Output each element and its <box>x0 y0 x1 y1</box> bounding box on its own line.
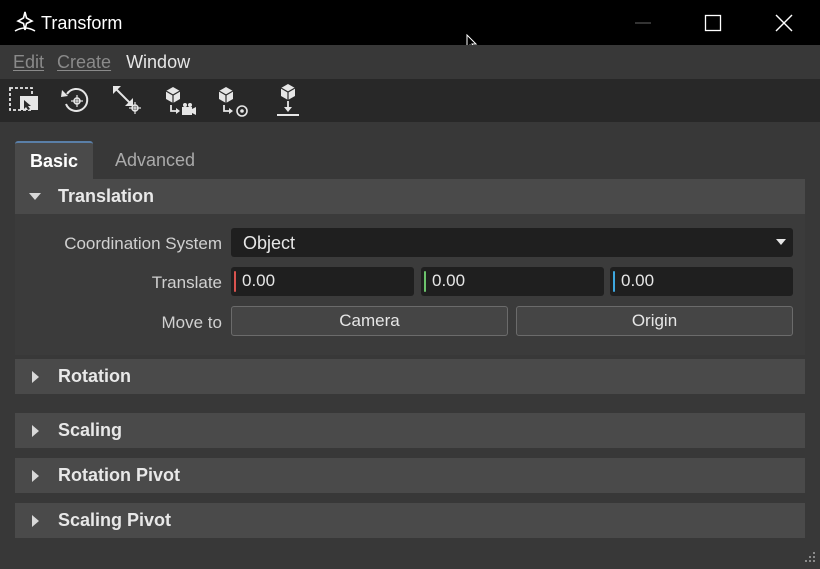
section-title: Translation <box>58 186 155 206</box>
translate-z-field[interactable]: 0.00 <box>610 267 793 296</box>
coordination-system-label: Coordination System <box>64 234 222 253</box>
menu-edit[interactable]: Edit <box>13 52 44 73</box>
move-to-label: Move to <box>161 313 222 332</box>
chevron-right-icon <box>32 515 39 527</box>
reset-rotation-icon[interactable] <box>58 82 94 118</box>
move-to-camera-button[interactable]: Camera <box>231 306 508 336</box>
menu-create[interactable]: Create <box>57 52 111 73</box>
chevron-down-icon <box>29 193 41 200</box>
section-rotation-pivot-header[interactable]: Rotation Pivot <box>15 458 805 493</box>
section-title: Scaling <box>58 420 123 440</box>
y-axis-indicator <box>424 271 426 292</box>
close-button[interactable] <box>769 8 799 38</box>
chevron-right-icon <box>32 425 39 437</box>
title-bar: Transform <box>0 0 820 52</box>
move-object-to-camera-icon[interactable] <box>162 82 198 118</box>
translate-y-value: 0.00 <box>432 271 466 290</box>
caret-down-icon <box>776 239 786 245</box>
translate-label: Translate <box>151 273 222 292</box>
select-object-tool-icon[interactable] <box>6 82 42 118</box>
section-scaling-pivot-header[interactable]: Scaling Pivot <box>15 503 805 538</box>
tab-basic[interactable]: Basic <box>15 141 93 179</box>
coordination-system-dropdown[interactable]: Object <box>231 228 793 257</box>
maximize-icon <box>704 14 722 32</box>
resize-grip-icon[interactable] <box>801 550 817 566</box>
menu-bar: Edit Create Window <box>0 45 820 79</box>
section-scaling-header[interactable]: Scaling <box>15 413 805 448</box>
scale-to-fit-icon[interactable] <box>109 82 145 118</box>
section-title: Scaling Pivot <box>58 510 172 530</box>
translate-x-field[interactable]: 0.00 <box>231 267 414 296</box>
drop-to-ground-icon[interactable] <box>270 82 306 118</box>
close-icon <box>775 14 793 32</box>
app-logo-icon <box>14 11 36 32</box>
chevron-right-icon <box>32 470 39 482</box>
translate-y-field[interactable]: 0.00 <box>421 267 604 296</box>
z-axis-indicator <box>613 271 615 292</box>
translate-x-value: 0.00 <box>242 271 276 290</box>
section-title: Rotation <box>58 366 131 386</box>
window-title: Transform <box>41 13 123 33</box>
section-rotation-header[interactable]: Rotation <box>15 359 805 394</box>
tab-advanced[interactable]: Advanced <box>100 141 210 179</box>
minimize-button[interactable] <box>628 8 658 38</box>
toolbar <box>0 79 820 122</box>
translate-z-value: 0.00 <box>621 271 655 290</box>
maximize-button[interactable] <box>698 8 728 38</box>
move-to-origin-button[interactable]: Origin <box>516 306 793 336</box>
chevron-right-icon <box>32 371 39 383</box>
minimize-icon <box>635 22 651 24</box>
move-object-to-origin-icon[interactable] <box>215 82 251 118</box>
section-title: Rotation Pivot <box>58 465 180 485</box>
dropdown-value: Object <box>243 233 296 253</box>
section-translation-header[interactable]: Translation <box>15 179 805 214</box>
menu-window[interactable]: Window <box>126 52 190 73</box>
x-axis-indicator <box>234 271 236 292</box>
